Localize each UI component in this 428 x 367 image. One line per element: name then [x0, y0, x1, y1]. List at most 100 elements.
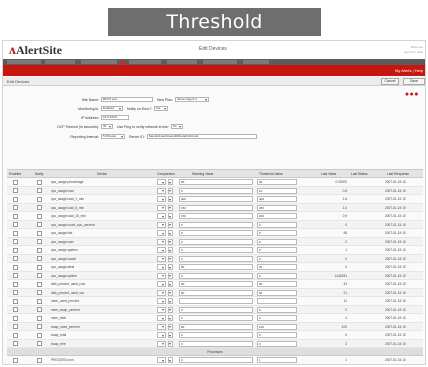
comparison-select[interactable]	[157, 187, 166, 194]
warning-input[interactable]: 0	[179, 272, 253, 279]
threshold-input[interactable]: 90	[257, 281, 297, 287]
comparison-op-select[interactable]	[168, 281, 173, 287]
notify-checkbox[interactable]	[37, 324, 42, 329]
nav-tab-6[interactable]	[203, 60, 237, 64]
comparison-op-select[interactable]	[168, 357, 173, 363]
notify-checkbox[interactable]	[37, 273, 42, 278]
warning-input[interactable]: 80	[179, 281, 253, 287]
enabled-checkbox[interactable]	[13, 264, 18, 270]
notify-checkbox[interactable]	[37, 332, 42, 338]
monitoring-select[interactable]: Enabled	[101, 106, 123, 111]
threshold-input[interactable]: 0	[257, 221, 297, 228]
notify-checkbox[interactable]	[37, 298, 42, 304]
notify-checkbox[interactable]	[37, 239, 42, 244]
server-id-input[interactable]: SampleFreeStream4MinuteKickCode	[146, 134, 257, 139]
comparison-op-select[interactable]	[168, 213, 173, 219]
comparison-op-select[interactable]	[168, 238, 173, 245]
threshold-input[interactable]: 0	[257, 247, 297, 253]
alertsite-logo[interactable]: ʌAlertSite	[9, 43, 62, 59]
comparison-select[interactable]	[157, 247, 166, 253]
notify-checkbox[interactable]	[37, 357, 42, 363]
notify-checkbox[interactable]	[37, 213, 42, 219]
comparison-select[interactable]	[157, 306, 166, 313]
notify-select[interactable]: Yes	[153, 106, 168, 111]
warning-input[interactable]: 0	[179, 357, 253, 363]
threshold-input[interactable]: 10	[257, 187, 297, 194]
comparison-select[interactable]	[157, 179, 166, 185]
enabled-checkbox[interactable]	[13, 179, 18, 185]
comparison-op-select[interactable]	[168, 230, 173, 236]
comparison-op-select[interactable]	[168, 179, 173, 185]
comparison-select[interactable]	[157, 272, 166, 279]
comparison-op-select[interactable]	[168, 196, 173, 202]
comparison-op-select[interactable]	[168, 187, 173, 194]
enabled-checkbox[interactable]	[13, 222, 18, 227]
comparison-op-select[interactable]	[168, 204, 173, 211]
threshold-input[interactable]: 0	[257, 332, 297, 338]
save-button[interactable]: Save	[403, 78, 425, 85]
warning-input[interactable]: 0	[179, 315, 253, 321]
threshold-input[interactable]: 90	[257, 179, 297, 185]
comparison-op-select[interactable]	[168, 272, 173, 279]
notify-checkbox[interactable]	[37, 205, 42, 210]
enabled-checkbox[interactable]	[13, 256, 18, 261]
comparison-op-select[interactable]	[168, 289, 173, 296]
warning-input[interactable]: 0	[179, 255, 253, 262]
comparison-op-select[interactable]	[168, 332, 173, 338]
comparison-select[interactable]	[157, 289, 166, 296]
site-name-input[interactable]: RFCS test	[101, 97, 153, 102]
threshold-input[interactable]: 90	[257, 289, 297, 296]
nav-tab-5[interactable]	[167, 60, 197, 64]
comparison-op-select[interactable]	[168, 247, 173, 253]
comparison-select[interactable]	[157, 357, 166, 363]
comparison-select[interactable]	[157, 315, 166, 321]
enabled-checkbox[interactable]	[13, 247, 18, 253]
comparison-select[interactable]	[157, 196, 166, 202]
comparison-op-select[interactable]	[168, 323, 173, 330]
comparison-select[interactable]	[157, 221, 166, 228]
threshold-input[interactable]: 0	[257, 255, 297, 262]
warning-input[interactable]: 80	[179, 323, 253, 330]
nav-tab-2[interactable]	[45, 60, 75, 64]
comparison-select[interactable]	[157, 264, 166, 270]
comparison-select[interactable]	[157, 204, 166, 211]
notify-checkbox[interactable]	[37, 230, 42, 236]
warning-input[interactable]: 80	[179, 264, 253, 270]
threshold-input[interactable]: 100	[257, 323, 297, 330]
warning-input[interactable]: 0	[179, 221, 253, 228]
comparison-op-select[interactable]	[168, 298, 173, 304]
enabled-checkbox[interactable]	[13, 230, 18, 236]
warning-input[interactable]: 0	[179, 238, 253, 245]
threshold-input[interactable]: 0	[257, 340, 297, 347]
warning-input[interactable]: 80	[179, 289, 253, 296]
enabled-checkbox[interactable]	[13, 341, 18, 346]
strip-links[interactable]: My Alerts | Help	[395, 68, 423, 73]
threshold-input[interactable]: 250	[257, 204, 297, 211]
comparison-select[interactable]	[157, 332, 166, 338]
comparison-select[interactable]	[157, 255, 166, 262]
enabled-checkbox[interactable]	[13, 357, 18, 363]
comparison-op-select[interactable]	[168, 315, 173, 321]
cancel-button[interactable]: Cancel	[381, 78, 399, 85]
notify-checkbox[interactable]	[37, 341, 42, 346]
comparison-select[interactable]	[157, 230, 166, 236]
threshold-input[interactable]: 0	[257, 315, 297, 321]
notify-checkbox[interactable]	[37, 179, 42, 185]
dcp-select[interactable]: 30	[101, 124, 113, 129]
nav-tab-1[interactable]	[7, 60, 41, 64]
enabled-checkbox[interactable]	[13, 239, 18, 244]
notify-checkbox[interactable]	[37, 247, 42, 253]
enabled-checkbox[interactable]	[13, 315, 18, 321]
notify-checkbox[interactable]	[37, 281, 42, 287]
interval-select[interactable]: 5 Minutes	[101, 134, 125, 139]
nav-tab-3[interactable]	[81, 60, 117, 64]
warning-input[interactable]: 0	[179, 340, 253, 347]
enabled-checkbox[interactable]	[13, 213, 18, 219]
comparison-select[interactable]	[157, 213, 166, 219]
notify-checkbox[interactable]	[37, 264, 42, 270]
comparison-op-select[interactable]	[168, 221, 173, 228]
threshold-input[interactable]: 400	[257, 196, 297, 202]
comparison-op-select[interactable]	[168, 340, 173, 347]
ping-select[interactable]: No	[170, 124, 183, 129]
enabled-checkbox[interactable]	[13, 324, 18, 329]
